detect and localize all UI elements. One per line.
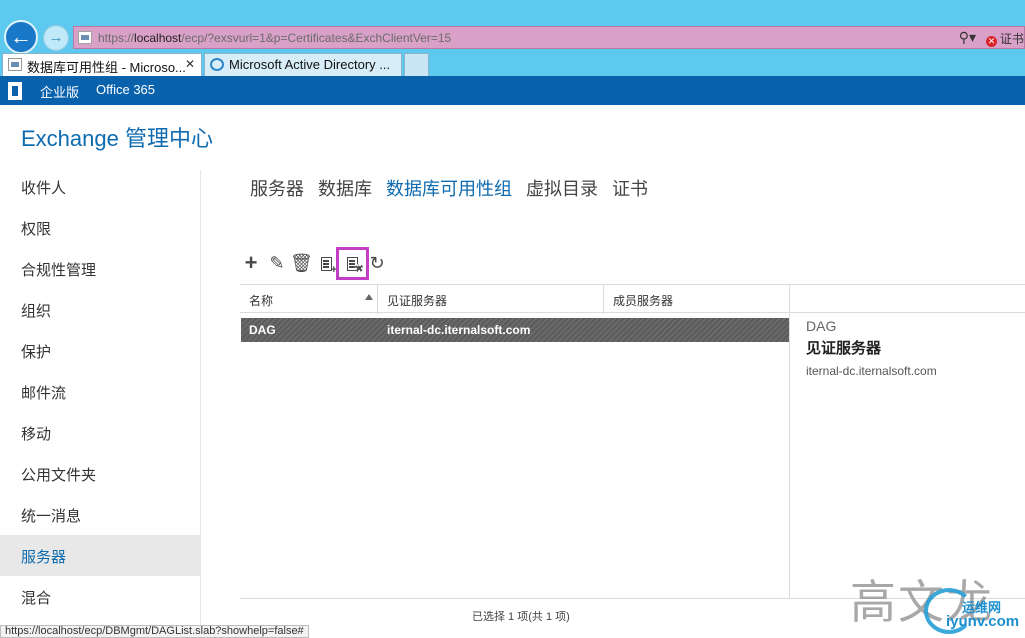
search-dropdown-icon[interactable]: ⚲▾ <box>959 29 976 46</box>
nav-item-permissions[interactable]: 权限 <box>0 207 200 248</box>
address-bar[interactable]: https://localhost/ecp/?exsvurl=1&p=Certi… <box>73 26 1025 49</box>
enterprise-link[interactable]: 企业版 <box>40 82 79 101</box>
detail-witness-label: 见证服务器 <box>806 340 882 357</box>
nav-item-public-folders[interactable]: 公用文件夹 <box>0 453 200 494</box>
nav-item-unified-messaging[interactable]: 统一消息 <box>0 494 200 535</box>
tab-databases[interactable]: 数据库 <box>318 175 372 201</box>
url-host: localhost <box>134 31 182 45</box>
browser-tab-ad[interactable]: Microsoft Active Directory ... <box>204 53 402 76</box>
nav-item-mail-flow[interactable]: 邮件流 <box>0 371 200 412</box>
browser-chrome: ← → https://localhost/ecp/?exsvurl=1&p=C… <box>0 0 1025 76</box>
address-url[interactable]: https://localhost/ecp/?exsvurl=1&p=Certi… <box>98 31 451 45</box>
nav-item-hybrid[interactable]: 混合 <box>0 576 200 617</box>
url-path: /ecp/?exsvurl=1&p=Certificates&ExchClien… <box>181 31 452 45</box>
nav-item-recipients[interactable]: 收件人 <box>0 166 200 207</box>
url-scheme: https:// <box>98 31 135 45</box>
grid-border <box>789 284 790 598</box>
page-favicon-icon <box>78 31 92 44</box>
forward-button[interactable]: → <box>43 25 69 51</box>
arrow-left-icon: ← <box>10 24 32 49</box>
close-tab-icon[interactable]: ✕ <box>185 57 195 71</box>
nav-item-compliance[interactable]: 合规性管理 <box>0 248 200 289</box>
tab-virtual-directories[interactable]: 虚拟目录 <box>526 175 598 201</box>
column-separator[interactable] <box>603 285 604 314</box>
nav-item-mobile[interactable]: 移动 <box>0 412 200 453</box>
detail-witness-value: iternal-dc.iternalsoft.com <box>806 364 937 378</box>
subtabs: 服务器 数据库 数据库可用性组 虚拟目录 证书 <box>250 175 662 201</box>
selection-status: 已选择 1 项(共 1 项) <box>472 611 570 623</box>
left-nav: 收件人 权限 合规性管理 组织 保护 邮件流 移动 公用文件夹 统一消息 服务器… <box>0 166 200 617</box>
cell-witness: iternal-dc.iternalsoft.com <box>387 323 531 337</box>
nav-item-organization[interactable]: 组织 <box>0 289 200 330</box>
grid-header: 名称 见证服务器 成员服务器 <box>240 284 790 314</box>
nav-divider <box>200 170 201 630</box>
add-server-icon[interactable]: + <box>315 250 337 276</box>
nav-item-protection[interactable]: 保护 <box>0 330 200 371</box>
app-title: Exchange 管理中心 <box>21 126 213 151</box>
status-url: https://localhost/ecp/DBMgmt/DAGList.sla… <box>0 625 309 638</box>
add-icon[interactable]: + <box>240 250 262 276</box>
manage-membership-icon[interactable] <box>336 247 369 280</box>
watermark-site: iyunv.com <box>946 613 1020 630</box>
error-icon: ✕ <box>985 36 997 47</box>
office-logo-icon[interactable] <box>8 82 22 100</box>
certificate-error-label: 证书 <box>999 32 1024 46</box>
tab-certificates[interactable]: 证书 <box>612 175 648 201</box>
tab-label: 数据库可用性组 - Microso... <box>27 60 186 75</box>
back-button[interactable]: ← <box>4 20 38 54</box>
column-separator[interactable] <box>377 285 378 314</box>
refresh-icon[interactable]: ↻ <box>366 250 388 276</box>
edit-icon[interactable]: ✎ <box>266 250 288 276</box>
dag-list: 名称 见证服务器 成员服务器 DAG iternal-dc.iternalsof… <box>240 284 790 629</box>
detail-title: DAG <box>806 318 837 334</box>
browser-tab-active[interactable]: 数据库可用性组 - Microso... ✕ <box>2 53 202 76</box>
new-tab-button[interactable] <box>404 53 429 76</box>
column-header-witness[interactable]: 见证服务器 <box>387 292 447 309</box>
arrow-right-icon: → <box>48 29 64 46</box>
cell-name: DAG <box>249 323 276 337</box>
ie-icon <box>210 58 224 71</box>
column-header-name[interactable]: 名称 <box>249 292 273 309</box>
office365-link[interactable]: Office 365 <box>96 82 155 97</box>
tab-dag[interactable]: 数据库可用性组 <box>386 175 512 201</box>
tab-label: Microsoft Active Directory ... <box>229 57 391 72</box>
nav-item-servers[interactable]: 服务器 <box>0 535 200 576</box>
certificate-error-button[interactable]: ✕ 证书 <box>985 30 1024 47</box>
office-bar: 企业版 Office 365 <box>0 76 1025 105</box>
exchange-page-icon <box>8 58 22 71</box>
delete-icon[interactable]: 🗑 <box>290 250 313 276</box>
column-header-member[interactable]: 成员服务器 <box>613 292 673 309</box>
tab-servers[interactable]: 服务器 <box>250 175 304 201</box>
header-extension <box>790 284 1025 313</box>
table-row[interactable]: DAG iternal-dc.iternalsoft.com <box>241 318 789 342</box>
sort-ascending-icon <box>365 294 373 300</box>
